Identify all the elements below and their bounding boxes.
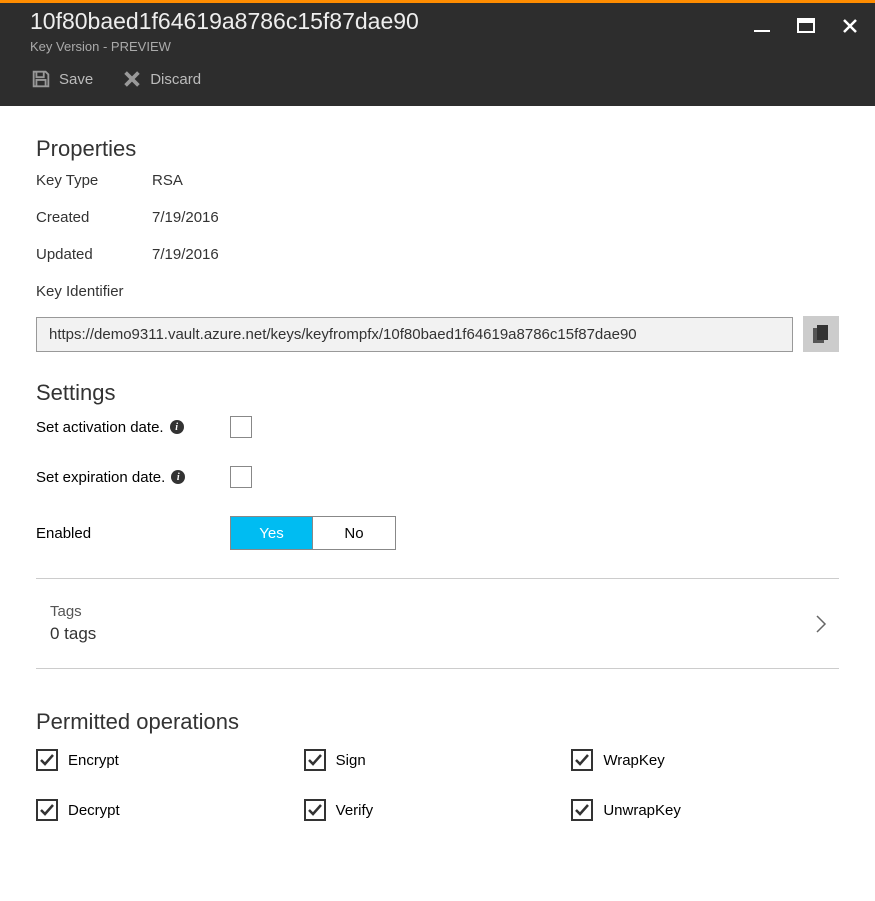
key-identifier-label: Key Identifier — [36, 283, 839, 300]
sign-checkbox[interactable] — [304, 749, 326, 771]
decrypt-label: Decrypt — [68, 802, 120, 819]
divider — [36, 578, 839, 579]
save-icon — [30, 68, 52, 90]
created-value: 7/19/2016 — [152, 209, 219, 226]
tags-row[interactable]: Tags 0 tags — [36, 591, 839, 656]
checkmark-icon — [307, 802, 323, 818]
verify-label: Verify — [336, 802, 374, 819]
chevron-right-icon — [815, 614, 827, 634]
key-type-label: Key Type — [36, 172, 152, 189]
updated-value: 7/19/2016 — [152, 246, 219, 263]
encrypt-checkbox[interactable] — [36, 749, 58, 771]
save-button[interactable]: Save — [30, 68, 93, 90]
activation-date-checkbox[interactable] — [230, 416, 252, 438]
checkmark-icon — [574, 802, 590, 818]
unwrapkey-label: UnwrapKey — [603, 802, 681, 819]
discard-icon — [121, 68, 143, 90]
unwrapkey-checkbox[interactable] — [571, 799, 593, 821]
maximize-icon — [796, 16, 816, 36]
key-type-value: RSA — [152, 172, 183, 189]
copy-button[interactable] — [803, 316, 839, 352]
window-subtitle: Key Version - PREVIEW — [30, 39, 419, 54]
activation-date-label: Set activation date. — [36, 419, 164, 436]
discard-button[interactable]: Discard — [121, 68, 201, 90]
expiration-date-checkbox[interactable] — [230, 466, 252, 488]
permitted-operations-title: Permitted operations — [36, 709, 839, 735]
key-identifier-input[interactable] — [36, 317, 793, 352]
minimize-button[interactable] — [752, 16, 772, 36]
window-title: 10f80baed1f64619a8786c15f87dae90 — [30, 8, 419, 35]
checkmark-icon — [307, 752, 323, 768]
close-button[interactable] — [840, 16, 860, 36]
info-icon[interactable]: i — [170, 420, 184, 434]
copy-icon — [812, 324, 830, 344]
encrypt-label: Encrypt — [68, 752, 119, 769]
updated-label: Updated — [36, 246, 152, 263]
checkmark-icon — [574, 752, 590, 768]
settings-title: Settings — [36, 380, 839, 406]
decrypt-checkbox[interactable] — [36, 799, 58, 821]
discard-label: Discard — [150, 71, 201, 88]
maximize-button[interactable] — [796, 16, 816, 36]
enabled-yes-button[interactable]: Yes — [231, 517, 313, 549]
checkmark-icon — [39, 802, 55, 818]
enabled-label: Enabled — [36, 525, 91, 542]
wrapkey-label: WrapKey — [603, 752, 664, 769]
sign-label: Sign — [336, 752, 366, 769]
tags-count: 0 tags — [50, 624, 96, 644]
checkmark-icon — [39, 752, 55, 768]
enabled-toggle: Yes No — [230, 516, 396, 550]
close-icon — [840, 16, 860, 36]
enabled-no-button[interactable]: No — [313, 517, 395, 549]
window-header: 10f80baed1f64619a8786c15f87dae90 Key Ver… — [0, 0, 875, 106]
info-icon[interactable]: i — [171, 470, 185, 484]
created-label: Created — [36, 209, 152, 226]
expiration-date-label: Set expiration date. — [36, 469, 165, 486]
save-label: Save — [59, 71, 93, 88]
minimize-icon — [752, 16, 772, 36]
properties-title: Properties — [36, 136, 839, 162]
verify-checkbox[interactable] — [304, 799, 326, 821]
divider — [36, 668, 839, 669]
content-area: Properties Key Type RSA Created 7/19/201… — [0, 106, 875, 821]
tags-label: Tags — [50, 603, 96, 620]
wrapkey-checkbox[interactable] — [571, 749, 593, 771]
